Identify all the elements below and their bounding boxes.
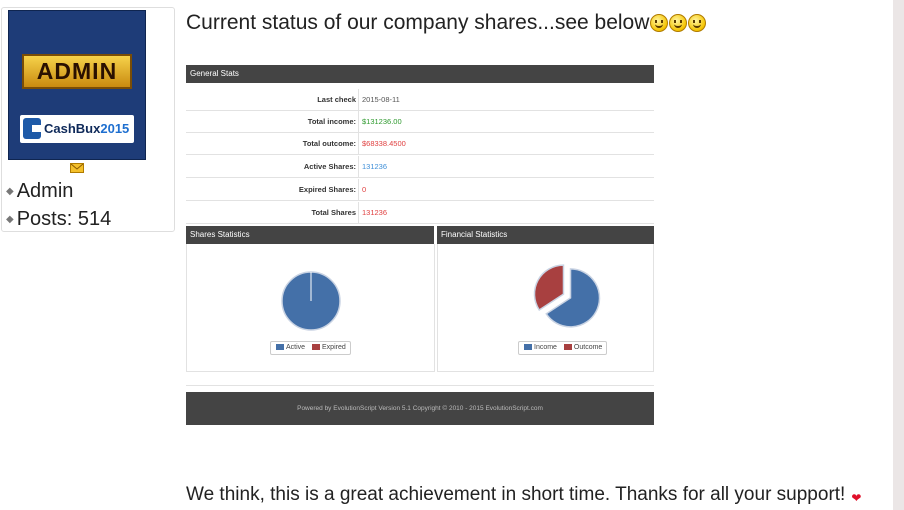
stats-divider [358,202,359,224]
stats-row: Total outcome: $68338.4500 [186,133,654,155]
author-avatar[interactable]: ADMIN CashBux2015 [8,10,146,160]
post-closing: We think, this is a great achievement in… [186,484,861,506]
stats-label: Total outcome: [302,139,356,148]
diamond-bullet-icon: ◆ [6,186,14,198]
post-closing-text: We think, this is a great achievement in… [186,484,846,505]
stats-value: 2015-08-11 [362,95,400,104]
divider [186,385,654,386]
author-profile-card: ADMIN CashBux2015 ◆ Admin ◆ Posts: 514 [1,7,175,232]
legend-swatch-active [276,344,284,350]
smiley-icon [650,14,669,32]
stats-label: Expired Shares: [298,185,356,194]
wallet-icon [23,118,41,139]
legend-label: Income [534,344,557,351]
stats-row: Total Shares 131236 [186,202,654,224]
diamond-bullet-icon: ◆ [6,214,14,226]
financial-statistics-header: Financial Statistics [437,226,654,244]
financial-legend: Income Outcome [518,341,608,355]
legend-label: Active [286,344,306,351]
pie-slice-outcome [533,264,565,312]
author-posts: ◆ Posts: 514 [6,208,111,231]
author-role-text: Admin [16,180,74,202]
stats-divider [358,133,359,155]
legend-label: Expired [322,344,346,351]
stats-label: Total Shares [311,208,356,217]
stats-label: Active Shares: [303,162,356,171]
heart-icon: ❤ [851,491,862,505]
smiley-icon [669,14,688,32]
stats-divider [358,89,359,111]
stats-value: 131236 [362,162,388,171]
legend-swatch-outcome [563,344,572,350]
stats-value: $68338.4500 [362,139,406,148]
envelope-icon[interactable] [70,163,84,173]
embedded-footer: Powered by EvolutionScript Version 5.1 C… [186,392,654,425]
stats-divider [358,156,359,178]
avatar-brand-text: CashBux2015 [44,121,130,136]
smiley-icon [688,14,707,32]
shares-statistics-panel: Active Expired [186,244,435,372]
shares-statistics-header: Shares Statistics [186,226,434,244]
avatar-brand-logo: CashBux2015 [20,115,134,143]
author-role: ◆ Admin [6,180,73,203]
financial-statistics-panel: Income Outcome [437,244,654,372]
page-scroll-edge [893,0,904,510]
stats-row: Active Shares: 131236 [186,156,654,178]
stats-label: Last check [317,95,356,104]
general-stats-header: General Stats [186,65,654,83]
stats-value: $131236.00 [362,117,402,126]
post-heading-text: Current status of our company shares...s… [186,11,650,34]
shares-legend: Active Expired [270,341,351,355]
legend-label: Outcome [573,344,603,351]
post-heading: Current status of our company shares...s… [186,11,707,35]
stats-row: Total income: $131236.00 [186,111,654,133]
stats-divider [358,111,359,133]
stats-value: 131236 [362,208,388,217]
stats-label: Total income: [307,117,356,126]
avatar-rank-badge: ADMIN [22,54,132,89]
stats-row: Last check 2015-08-11 [186,89,654,111]
stats-divider [358,179,359,201]
stats-row: Expired Shares: 0 [186,179,654,201]
stats-value: 0 [362,185,367,194]
legend-swatch-income [524,344,532,350]
embedded-stats-image: General Stats Last check 2015-08-11 Tota… [186,65,654,425]
legend-swatch-expired [312,344,321,350]
shares-pie-chart [281,271,341,331]
author-posts-text: Posts: 514 [16,208,112,230]
financial-pie-chart [533,264,601,328]
